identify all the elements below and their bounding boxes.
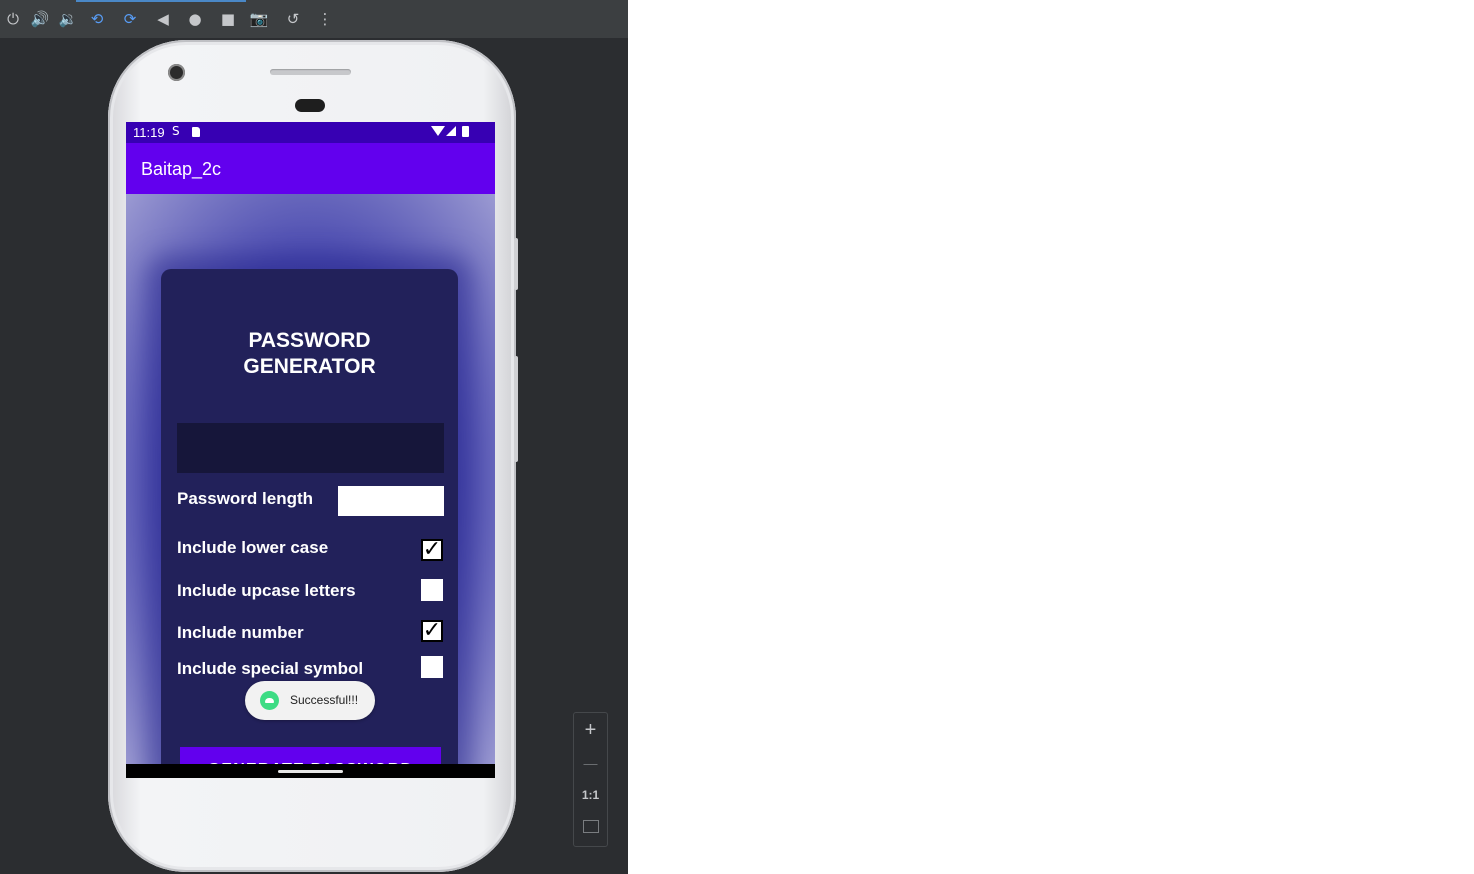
emulator-panel: ⏻ 🔊 🔉 ⟲ ⟳ ◀ ● ■ 📷 ↺ ⋮ 11:19 S Baitap_2c …: [0, 0, 628, 874]
emulator-toolbar: ⏻ 🔊 🔉 ⟲ ⟳ ◀ ● ■ 📷 ↺ ⋮: [0, 0, 628, 38]
wifi-icon: [431, 126, 445, 136]
navigation-bar: [126, 764, 495, 778]
zoom-out-button[interactable]: —: [574, 749, 607, 777]
status-time: 11:19: [133, 125, 165, 140]
zoom-panel: + — 1:1: [573, 712, 608, 847]
back-icon[interactable]: ◀: [153, 9, 173, 29]
volume-down-icon[interactable]: 🔉: [58, 9, 78, 29]
password-output[interactable]: [177, 423, 444, 473]
power-icon[interactable]: ⏻: [3, 9, 23, 29]
front-camera: [168, 64, 185, 81]
volume-up-icon[interactable]: 🔊: [30, 9, 50, 29]
more-icon[interactable]: ⋮: [315, 9, 335, 29]
number-label: Include number: [177, 623, 304, 642]
content-background: PASSWORD GENERATOR Password length Inclu…: [126, 194, 495, 778]
app-title: Baitap_2c: [141, 159, 222, 179]
rotate-left-icon[interactable]: ⟲: [87, 9, 107, 29]
screenshot-icon[interactable]: 📷: [249, 9, 269, 29]
number-checkbox[interactable]: ✓: [421, 620, 443, 642]
actual-size-button[interactable]: 1:1: [574, 781, 607, 809]
phone-power-button: [514, 238, 518, 290]
android-icon: [260, 691, 279, 710]
snapshot-restore-icon[interactable]: ↺: [283, 9, 303, 29]
proximity-sensor: [295, 99, 325, 112]
earpiece-speaker: [270, 69, 351, 75]
password-length-label: Password length: [177, 489, 314, 508]
toast-text: Successful!!!: [290, 693, 359, 707]
lower-case-label: Include lower case: [177, 538, 329, 557]
home-icon[interactable]: ●: [185, 9, 205, 29]
overview-icon[interactable]: ■: [218, 9, 238, 29]
lower-case-checkbox[interactable]: ✓: [421, 539, 443, 561]
sd-card-icon: [192, 127, 200, 137]
special-symbol-checkbox[interactable]: [421, 656, 443, 678]
special-symbol-label: Include special symbol: [177, 659, 364, 678]
phone-volume-button: [514, 356, 518, 462]
card-title: PASSWORD GENERATOR: [243, 329, 376, 378]
fit-screen-icon: [582, 820, 599, 834]
battery-icon: [462, 126, 469, 137]
home-gesture-handle[interactable]: [278, 770, 343, 773]
upcase-letters-label: Include upcase letters: [177, 581, 356, 600]
password-length-input[interactable]: [338, 486, 444, 516]
status-bar: 11:19 S: [126, 122, 495, 143]
rotate-right-icon[interactable]: ⟳: [120, 9, 140, 29]
device-screen: 11:19 S Baitap_2c PASSWORD GENERATOR Pas…: [126, 122, 495, 778]
toast: Successful!!!: [245, 681, 375, 720]
tab-indicator: [76, 0, 246, 2]
fit-screen-button[interactable]: [574, 813, 607, 841]
upcase-letters-checkbox[interactable]: [421, 579, 443, 601]
app-bar: Baitap_2c: [126, 143, 495, 194]
signal-icon: [446, 126, 456, 136]
zoom-in-button[interactable]: +: [574, 716, 607, 744]
s-notification-icon: S: [172, 124, 180, 138]
